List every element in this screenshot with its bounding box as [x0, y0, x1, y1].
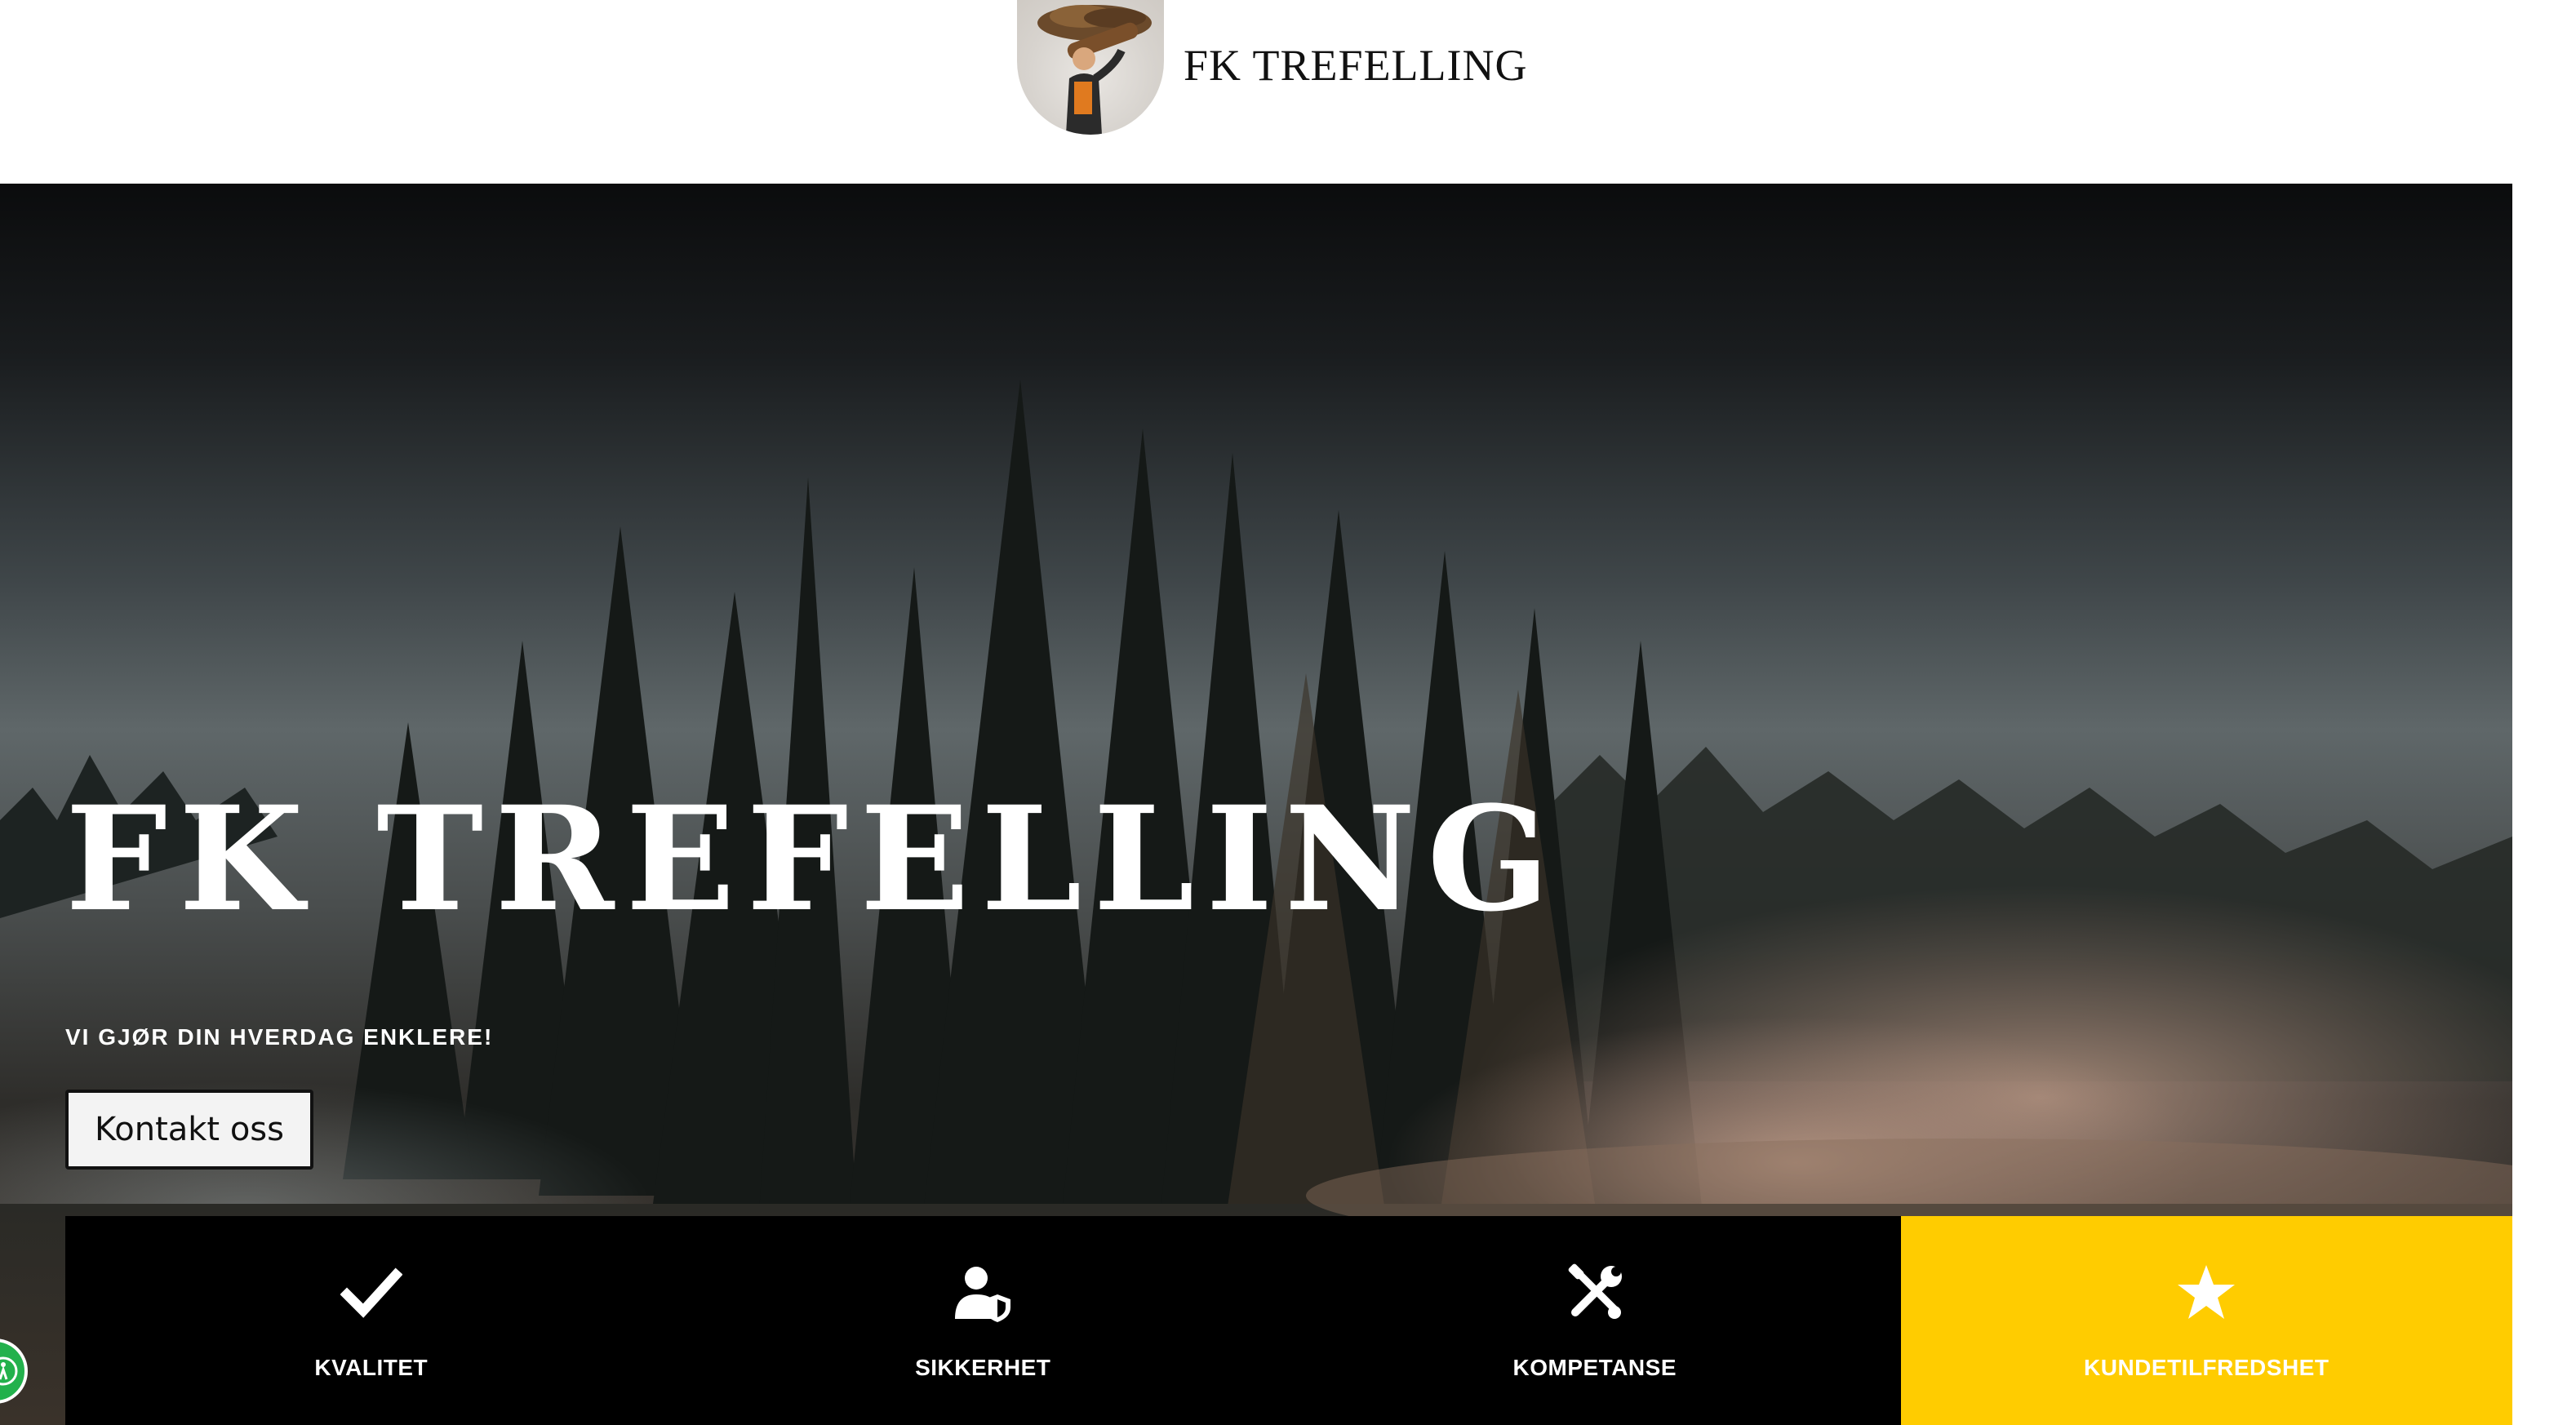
- feature-label: SIKKERHET: [915, 1355, 1051, 1380]
- checkmark-icon: [340, 1267, 402, 1318]
- site-header: FK TREFELLING: [0, 0, 2576, 184]
- features-bar: KVALITET SIKKERHET KOMPETANSE KUNDETILFR…: [65, 1216, 2512, 1425]
- page-edge: [2512, 184, 2576, 1425]
- brand[interactable]: FK TREFELLING: [1017, 0, 1528, 135]
- hero-subtitle: VI GJØR DIN HVERDAG ENKLERE!: [65, 1024, 494, 1050]
- accessibility-icon: [0, 1356, 18, 1386]
- feature-label: KVALITET: [314, 1355, 429, 1380]
- feature-label: KOMPETANSE: [1512, 1355, 1677, 1380]
- lumberjack-logo-icon[interactable]: [1017, 0, 1164, 135]
- brand-name[interactable]: FK TREFELLING: [1184, 40, 1528, 91]
- feature-safety: SIKKERHET: [677, 1216, 1289, 1425]
- tools-icon: [1568, 1263, 1622, 1319]
- feature-customer-satisfaction: KUNDETILFREDSHET: [1900, 1216, 2512, 1425]
- feature-quality: KVALITET: [65, 1216, 677, 1425]
- feature-label: KUNDETILFREDSHET: [2084, 1355, 2330, 1380]
- feature-competence: KOMPETANSE: [1289, 1216, 1901, 1425]
- contact-button[interactable]: Kontakt oss: [65, 1090, 313, 1170]
- hero-title: FK TREFELLING: [65, 775, 1561, 943]
- user-shield-icon: [955, 1267, 1011, 1322]
- star-icon: [2178, 1265, 2236, 1319]
